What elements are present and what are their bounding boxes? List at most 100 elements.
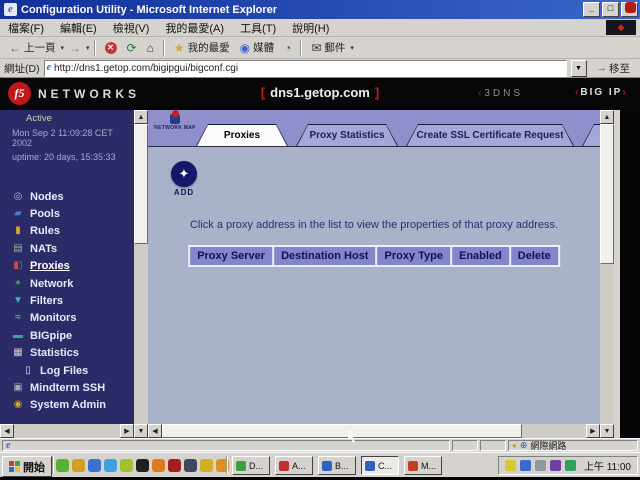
go-button[interactable]: → 移至	[591, 60, 637, 77]
nodes-icon: ◎	[12, 192, 24, 202]
toolbar-separator	[300, 40, 302, 56]
quick-launch-icon-2[interactable]	[72, 459, 85, 472]
task-button-4-active[interactable]: C...	[361, 456, 399, 475]
scrollbar-track[interactable]	[522, 424, 586, 438]
history-icon: ◔	[284, 42, 291, 54]
menu-help[interactable]: 說明(H)	[284, 20, 337, 36]
favorites-button[interactable]: ★ 我的最愛	[169, 38, 235, 57]
sidebar-item-network[interactable]: ✦Network	[0, 275, 134, 292]
task-button-5[interactable]: M...	[404, 456, 442, 475]
tab-proxy-statistics[interactable]: Proxy Statistics	[296, 124, 398, 146]
quick-launch-icon-10[interactable]	[200, 459, 213, 472]
menu-favorites[interactable]: 我的最愛(A)	[157, 20, 232, 36]
sidebar-hscroll-stub[interactable]: ◀ ▶	[0, 424, 134, 438]
quick-launch-icon-3[interactable]	[88, 459, 101, 472]
scroll-up-icon[interactable]: ▲	[134, 110, 148, 124]
scroll-down-icon[interactable]: ▼	[134, 424, 148, 438]
scroll-left-icon[interactable]: ◀	[0, 424, 14, 438]
quick-launch-icon-1[interactable]	[56, 459, 69, 472]
stop-button[interactable]: ✕	[100, 40, 122, 56]
hostname: dns1.getop.com	[270, 85, 370, 100]
network-map-button[interactable]: NETWORK MAP	[152, 112, 198, 145]
sidebar-item-monitors[interactable]: ≈Monitors	[0, 310, 134, 327]
address-dropdown-icon[interactable]: ▼	[571, 60, 587, 77]
lock-icon: ●	[512, 441, 517, 450]
start-button[interactable]: 開始	[2, 456, 52, 477]
mail-dropdown-icon[interactable]: ▾	[350, 44, 354, 52]
quick-launch-icon-5[interactable]	[120, 459, 133, 472]
tab-proxies[interactable]: Proxies	[196, 124, 288, 146]
tab-create-ssl-certificate-request[interactable]: Create SSL Certificate Request	[406, 124, 574, 146]
history-button[interactable]: ◔	[279, 40, 296, 56]
tab-install-ssl-certificate[interactable]: Install SSL Certif	[582, 124, 600, 146]
proxies-content: ✦ ADD Click a proxy address in the list …	[148, 147, 600, 424]
quick-launch-icon-7[interactable]	[152, 459, 165, 472]
column-destination-host: Destination Host	[274, 247, 375, 265]
forward-button[interactable]: →	[64, 40, 86, 56]
tray-icon-2[interactable]	[520, 460, 531, 471]
tray-icon-5[interactable]	[565, 460, 576, 471]
url-input[interactable]	[54, 63, 563, 74]
sidebar-item-nodes[interactable]: ◎Nodes	[0, 188, 134, 205]
menu-bar: 檔案(F) 編輯(E) 檢視(V) 我的最愛(A) 工具(T) 說明(H) ◆	[0, 19, 640, 37]
sidebar-item-mindterm-ssh[interactable]: ▣Mindterm SSH	[0, 379, 134, 396]
unit-status: Active	[26, 113, 134, 124]
task-button-3[interactable]: B...	[318, 456, 356, 475]
sidebar-item-rules[interactable]: ▮Rules	[0, 223, 134, 240]
nats-icon: ▤	[12, 244, 24, 254]
scroll-down-icon[interactable]: ▼	[600, 424, 614, 438]
quick-launch-icon-8[interactable]	[168, 459, 181, 472]
tray-icon-4[interactable]	[550, 460, 561, 471]
quick-launch-icon-9[interactable]	[184, 459, 197, 472]
task-icon	[279, 461, 289, 471]
stop-icon: ✕	[105, 42, 117, 54]
menu-tools[interactable]: 工具(T)	[232, 20, 284, 36]
menu-file[interactable]: 檔案(F)	[0, 20, 52, 36]
sidebar-item-system-admin[interactable]: ◉System Admin	[0, 397, 134, 414]
forward-dropdown-icon[interactable]: ▾	[86, 44, 90, 52]
scrollbar-thumb[interactable]	[162, 424, 522, 438]
menu-view[interactable]: 檢視(V)	[105, 20, 158, 36]
monitors-icon: ≈	[12, 313, 24, 323]
scroll-right-icon[interactable]: ▶	[586, 424, 600, 438]
refresh-button[interactable]: ⟳	[122, 40, 142, 56]
main-scrollbar-horizontal[interactable]: ◀ ▶	[148, 424, 600, 438]
quick-launch-icon-6[interactable]	[136, 459, 149, 472]
scroll-up-icon[interactable]: ▲	[600, 110, 614, 124]
scroll-left-icon[interactable]: ◀	[148, 424, 162, 438]
status-zone-pane: ● ⊕ 網際網路	[508, 440, 638, 451]
menu-edit[interactable]: 編輯(E)	[52, 20, 105, 36]
page-icon: e	[47, 63, 51, 73]
unit-datetime: Mon Sep 2 11:09:28 CET 2002	[12, 128, 134, 148]
sidebar-item-statistics[interactable]: ▦Statistics	[0, 345, 134, 362]
sidebar-item-filters[interactable]: ▼Filters	[0, 292, 134, 309]
home-button[interactable]: ⌂	[142, 40, 159, 56]
back-button[interactable]: ← 上一頁	[4, 38, 61, 57]
sidebar-item-bigpipe[interactable]: ▬BIGpipe	[0, 327, 134, 344]
add-proxy-button[interactable]: ✦ ADD	[168, 161, 200, 197]
scroll-right-icon[interactable]: ▶	[120, 424, 134, 438]
sidebar-item-nats[interactable]: ▤NATs	[0, 240, 134, 257]
filters-icon: ▼	[12, 296, 24, 306]
globe-icon: ⊕	[520, 440, 528, 451]
media-button[interactable]: ◉ 媒體	[235, 38, 279, 57]
unit-uptime: uptime: 20 days, 15:35:33	[12, 152, 134, 162]
task-button-1[interactable]: D...	[232, 456, 270, 475]
main-scrollbar-vertical[interactable]: ▲ ▼	[600, 110, 614, 438]
sidebar-item-log-files[interactable]: ▯Log Files	[0, 362, 134, 379]
tray-volume-icon[interactable]	[505, 460, 516, 471]
scrollbar-thumb[interactable]	[134, 124, 148, 244]
sidebar-item-pools[interactable]: ▰Pools	[0, 205, 134, 222]
maximize-button[interactable]: □	[602, 2, 619, 17]
minimize-button[interactable]: _	[583, 2, 600, 17]
go-icon: →	[597, 62, 608, 74]
sidebar-item-proxies[interactable]: ◧Proxies	[0, 258, 134, 275]
right-black-strip	[620, 110, 640, 438]
address-label: 網址(D)	[4, 61, 40, 76]
scrollbar-thumb[interactable]	[600, 124, 614, 264]
sidebar-scrollbar[interactable]: ▲ ▼	[134, 110, 148, 438]
mail-button[interactable]: ✉ 郵件	[306, 38, 350, 57]
task-button-2[interactable]: A...	[275, 456, 313, 475]
tray-display-icon[interactable]	[535, 460, 546, 471]
quick-launch-icon-4[interactable]	[104, 459, 117, 472]
